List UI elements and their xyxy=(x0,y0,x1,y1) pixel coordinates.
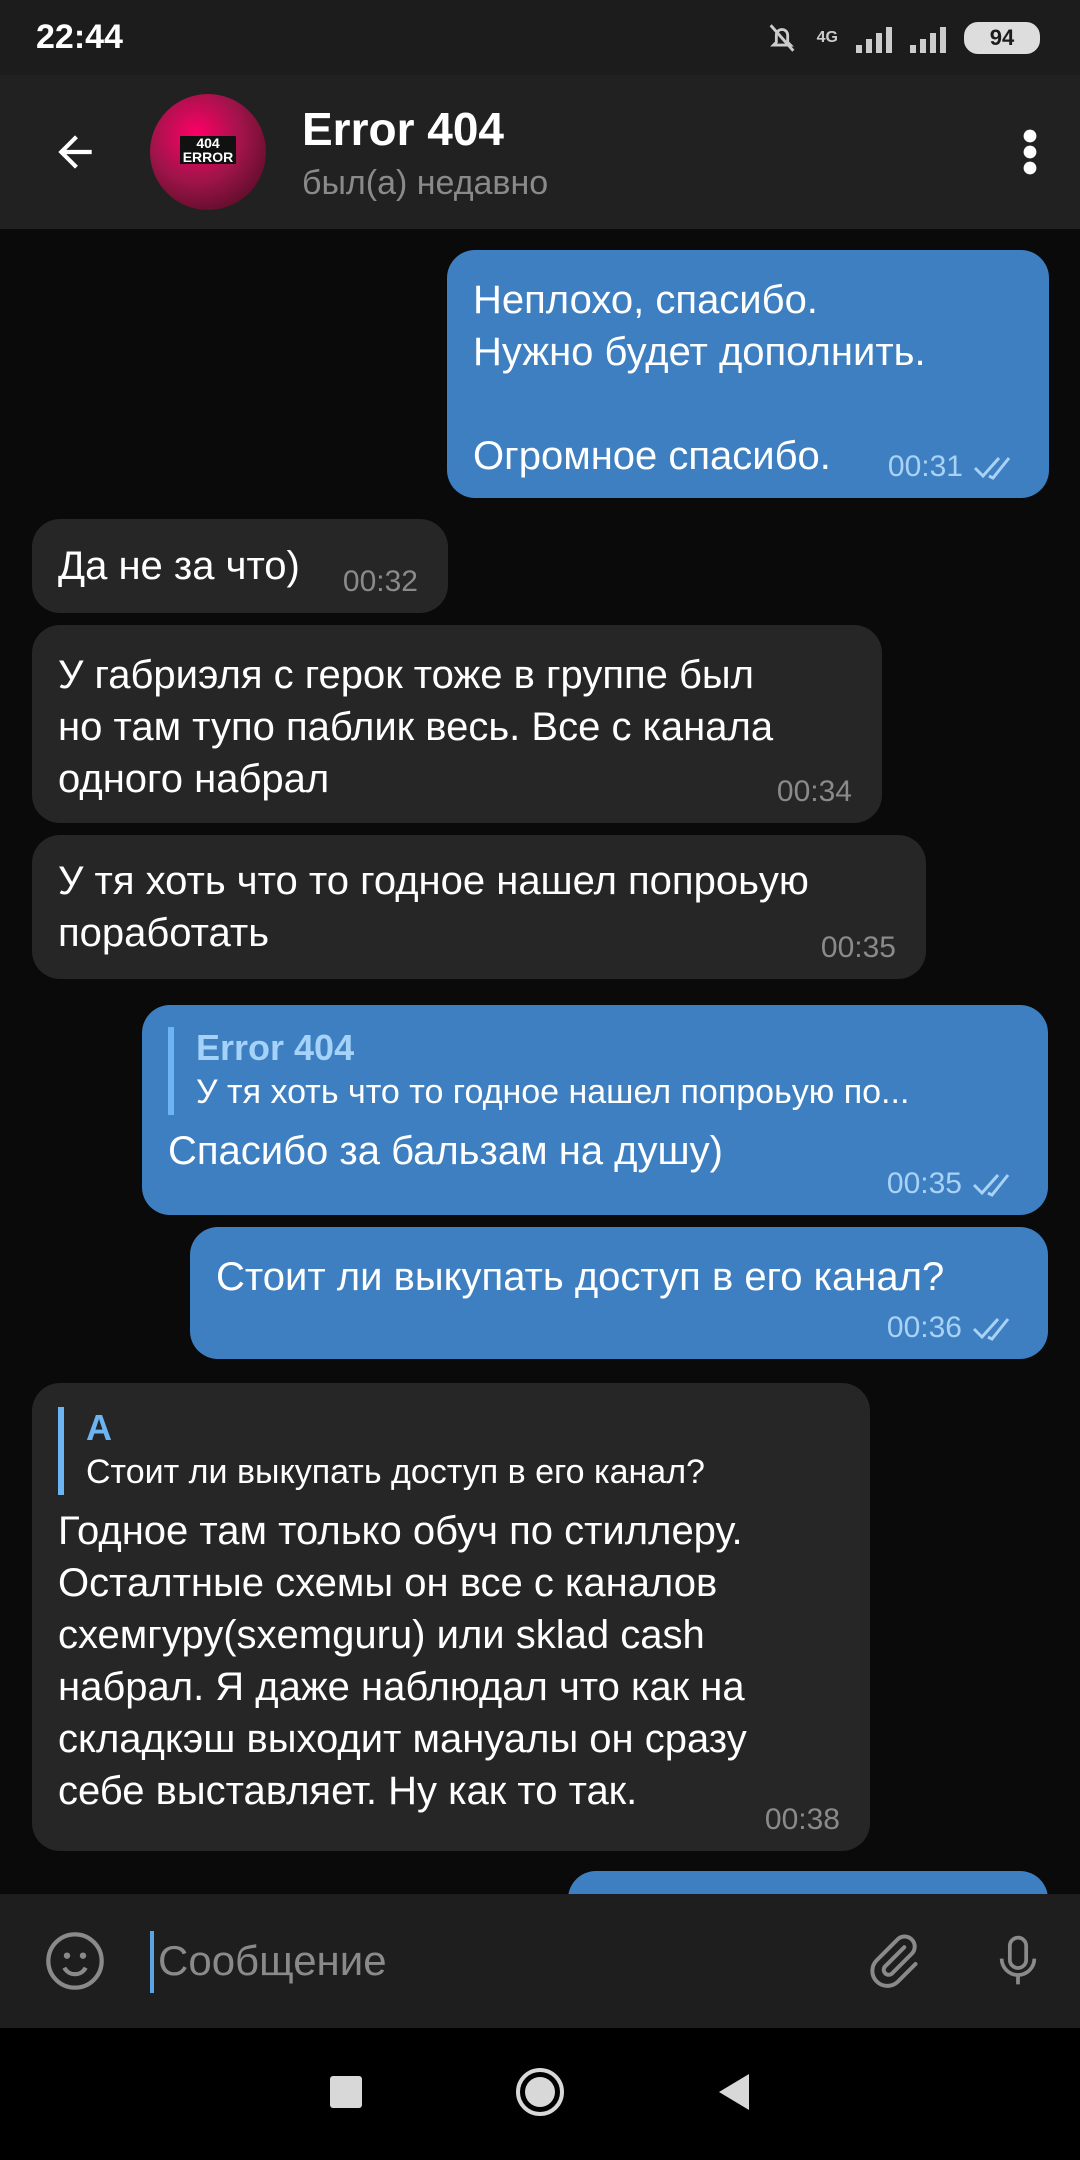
message-text: У тя хоть что то годное нашел попроьую п… xyxy=(58,859,809,955)
status-icons: 4G 94 xyxy=(765,21,1040,55)
message-time: 00:38 xyxy=(764,1803,840,1836)
message-bubble[interactable]: Да не за что) 00:32 xyxy=(32,519,448,613)
chat-title: Error 404 xyxy=(302,102,505,155)
avatar[interactable]: 404 ERROR xyxy=(150,94,266,210)
message-bubble[interactable]: A Стоит ли выкупать доступ в его канал? … xyxy=(32,1383,870,1851)
paperclip-icon xyxy=(869,1934,917,1988)
recents-button[interactable] xyxy=(329,2075,363,2114)
voice-message-button[interactable] xyxy=(955,1929,1080,1993)
message-text: У габриэля с герок тоже в группе был но … xyxy=(58,653,774,801)
reply-preview[interactable]: A Стоит ли выкупать доступ в его канал? xyxy=(58,1407,844,1495)
reply-preview[interactable]: Error 404 У тя хоть что то годное нашел … xyxy=(168,1027,1022,1115)
emoji-icon xyxy=(46,1932,104,1990)
message-meta: 00:35 xyxy=(887,1167,1018,1201)
battery-icon: 94 xyxy=(964,21,1040,54)
message-time: 00:35 xyxy=(820,931,896,964)
mute-bell-icon xyxy=(769,23,795,52)
message-bubble[interactable]: Неплохо, спасибо. Нужно будет дополнить.… xyxy=(447,250,1049,498)
emoji-button[interactable] xyxy=(0,1929,150,1993)
double-check-icon xyxy=(973,457,1011,480)
message-text: Годное там только обуч по стиллеру. Оста… xyxy=(58,1509,747,1813)
message-bubble-partial[interactable] xyxy=(568,1871,1048,1894)
message-meta: 00:36 xyxy=(887,1311,1018,1345)
message-text: Стоит ли выкупать доступ в его канал? xyxy=(216,1255,945,1299)
double-check-icon xyxy=(972,1318,1010,1341)
battery-level: 94 xyxy=(989,24,1015,50)
message-time: 00:32 xyxy=(342,565,418,598)
message-meta: 00:34 xyxy=(777,775,852,809)
message-input-bar: Сообщение xyxy=(0,1894,1080,2028)
double-check-icon xyxy=(972,1174,1010,1197)
reply-author: A xyxy=(86,1407,112,1448)
attach-button[interactable] xyxy=(830,1931,955,1991)
message-bubble[interactable]: Error 404 У тя хоть что то годное нашел … xyxy=(142,1005,1048,1215)
network-type-label: 4G xyxy=(816,28,838,46)
microphone-icon xyxy=(999,1935,1036,1985)
reply-text: Стоит ли выкупать доступ в его канал? xyxy=(86,1453,705,1491)
message-input-placeholder: Сообщение xyxy=(158,1937,387,1984)
triangle-back-icon xyxy=(719,2073,749,2110)
system-nav-bar xyxy=(0,2028,1080,2160)
message-time: 00:31 xyxy=(887,450,963,483)
message-bubble[interactable]: У тя хоть что то годное нашел попроьую п… xyxy=(32,835,926,979)
reply-text: У тя хоть что то годное нашел попроьую п… xyxy=(196,1073,910,1111)
home-button[interactable] xyxy=(513,2065,567,2124)
nav-back-button[interactable] xyxy=(717,2072,751,2117)
message-meta: 00:32 xyxy=(343,565,418,599)
chat-header: 404 ERROR Error 404 был(а) недавно xyxy=(0,75,1080,229)
text-cursor xyxy=(150,1931,154,1993)
more-options-button[interactable] xyxy=(980,75,1080,229)
chat-info[interactable]: Error 404 был(а) недавно xyxy=(302,102,980,203)
message-meta: 00:38 xyxy=(765,1803,840,1837)
status-bar: 22:44 4G 94 xyxy=(0,0,1080,75)
avatar-logo: 404 ERROR xyxy=(180,136,236,164)
back-button[interactable] xyxy=(0,75,150,229)
status-time: 22:44 xyxy=(36,18,123,56)
message-input[interactable]: Сообщение xyxy=(150,1931,830,1993)
message-time: 00:34 xyxy=(776,775,852,808)
signal-2-icon xyxy=(910,23,946,53)
message-time: 00:36 xyxy=(886,1311,962,1344)
message-bubble[interactable]: Стоит ли выкупать доступ в его канал? 00… xyxy=(190,1227,1048,1359)
reply-author: Error 404 xyxy=(196,1027,355,1068)
message-meta: 00:35 xyxy=(821,931,896,965)
more-vert-icon xyxy=(1023,129,1037,175)
message-time: 00:35 xyxy=(886,1167,962,1200)
signal-1-icon xyxy=(856,23,892,53)
message-bubble[interactable]: У габриэля с герок тоже в группе был но … xyxy=(32,625,882,823)
message-list[interactable]: Неплохо, спасибо. Нужно будет дополнить.… xyxy=(0,229,1080,1894)
chat-status: был(а) недавно xyxy=(302,163,549,202)
back-arrow-icon xyxy=(58,135,92,169)
message-meta: 00:31 xyxy=(888,450,1019,484)
circle-icon xyxy=(516,2067,564,2116)
square-icon xyxy=(330,2075,362,2108)
